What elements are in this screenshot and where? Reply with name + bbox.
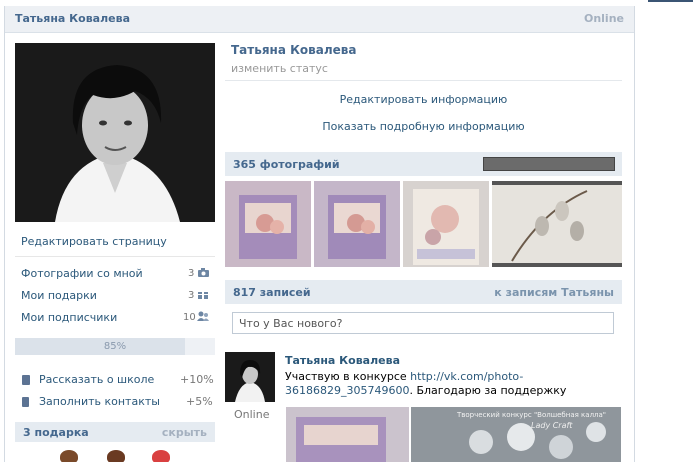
post-author-avatar[interactable] <box>225 352 275 402</box>
profile-page: Татьяна Ковалева Online Редактировать ст… <box>4 6 635 462</box>
post-author-online: Online <box>234 408 270 421</box>
profile-completeness-bar: 85% <box>15 338 215 355</box>
sidebar-item-photos-with-me[interactable]: Фотографии со мной <box>21 267 143 280</box>
sidebar-item-my-gifts[interactable]: Мои подарки <box>21 289 97 302</box>
wall-header: 817 записей к записям Татьяны <box>225 280 622 304</box>
change-status-link[interactable]: изменить статус <box>231 62 328 75</box>
post-text-after: . Благодарю за поддержку <box>409 384 567 397</box>
contacts-percent: +5% <box>186 395 213 408</box>
show-info-link[interactable]: Показать подробную информацию <box>225 120 622 133</box>
post-image-caption-2: Lady Craft <box>531 421 573 430</box>
divider <box>225 80 622 81</box>
tell-about-school-link[interactable]: Рассказать о школе <box>39 373 154 386</box>
gift-item[interactable] <box>60 450 78 462</box>
window-edge <box>648 0 693 2</box>
people-icon <box>197 311 209 321</box>
edit-info-link[interactable]: Редактировать информацию <box>225 93 622 106</box>
to-posts-link[interactable]: к записям Татьяны <box>494 286 614 299</box>
profile-avatar[interactable] <box>15 43 215 222</box>
briefcase-icon <box>22 375 30 385</box>
photo-thumb[interactable] <box>492 181 622 267</box>
online-status: Online <box>583 12 624 25</box>
hide-gifts-link[interactable]: скрыть <box>162 426 207 439</box>
divider <box>15 256 215 257</box>
fill-contacts-link[interactable]: Заполнить контакты <box>39 395 160 408</box>
photo-thumb[interactable] <box>225 181 311 267</box>
photos-count[interactable]: 365 фотографий <box>233 158 340 171</box>
gift-icon <box>198 289 208 299</box>
progress-label: 85% <box>103 341 127 352</box>
school-percent: +10% <box>180 373 214 386</box>
photo-thumb[interactable] <box>314 181 400 267</box>
my-gifts-count: 3 <box>188 290 195 301</box>
post-image-1[interactable] <box>286 407 409 462</box>
profile-name: Татьяна Ковалева <box>231 43 357 57</box>
post-image-2[interactable]: Творческий конкурс "Волшебная калла" Lad… <box>411 407 621 462</box>
camera-icon <box>198 268 209 277</box>
photos-header: 365 фотографий <box>225 152 622 176</box>
phone-icon <box>22 397 29 407</box>
profile-header: Татьяна Ковалева Online <box>5 6 634 33</box>
gift-item[interactable] <box>107 450 125 462</box>
my-followers-count: 10 <box>183 312 196 323</box>
redacted-block <box>483 157 615 171</box>
post-author-name[interactable]: Татьяна Ковалева <box>285 354 400 367</box>
new-post-input[interactable]: Что у Вас нового? <box>232 312 614 334</box>
photo-thumb[interactable] <box>403 181 489 267</box>
gift-item[interactable] <box>152 450 170 462</box>
post-text: Участвую в конкурсе http://vk.com/photo-… <box>285 370 625 398</box>
new-post-placeholder: Что у Вас нового? <box>239 317 343 330</box>
post-text-before: Участвую в конкурсе <box>285 370 411 383</box>
edit-page-link[interactable]: Редактировать страницу <box>21 235 167 248</box>
gifts-header: 3 подарка скрыть <box>15 422 215 442</box>
wall-count[interactable]: 817 записей <box>233 286 311 299</box>
photos-with-me-count: 3 <box>188 268 195 279</box>
post-image-caption-1: Творческий конкурс "Волшебная калла" <box>457 411 607 419</box>
header-name[interactable]: Татьяна Ковалева <box>15 12 130 25</box>
gifts-title[interactable]: 3 подарка <box>23 426 89 439</box>
sidebar-item-my-followers[interactable]: Мои подписчики <box>21 311 117 324</box>
